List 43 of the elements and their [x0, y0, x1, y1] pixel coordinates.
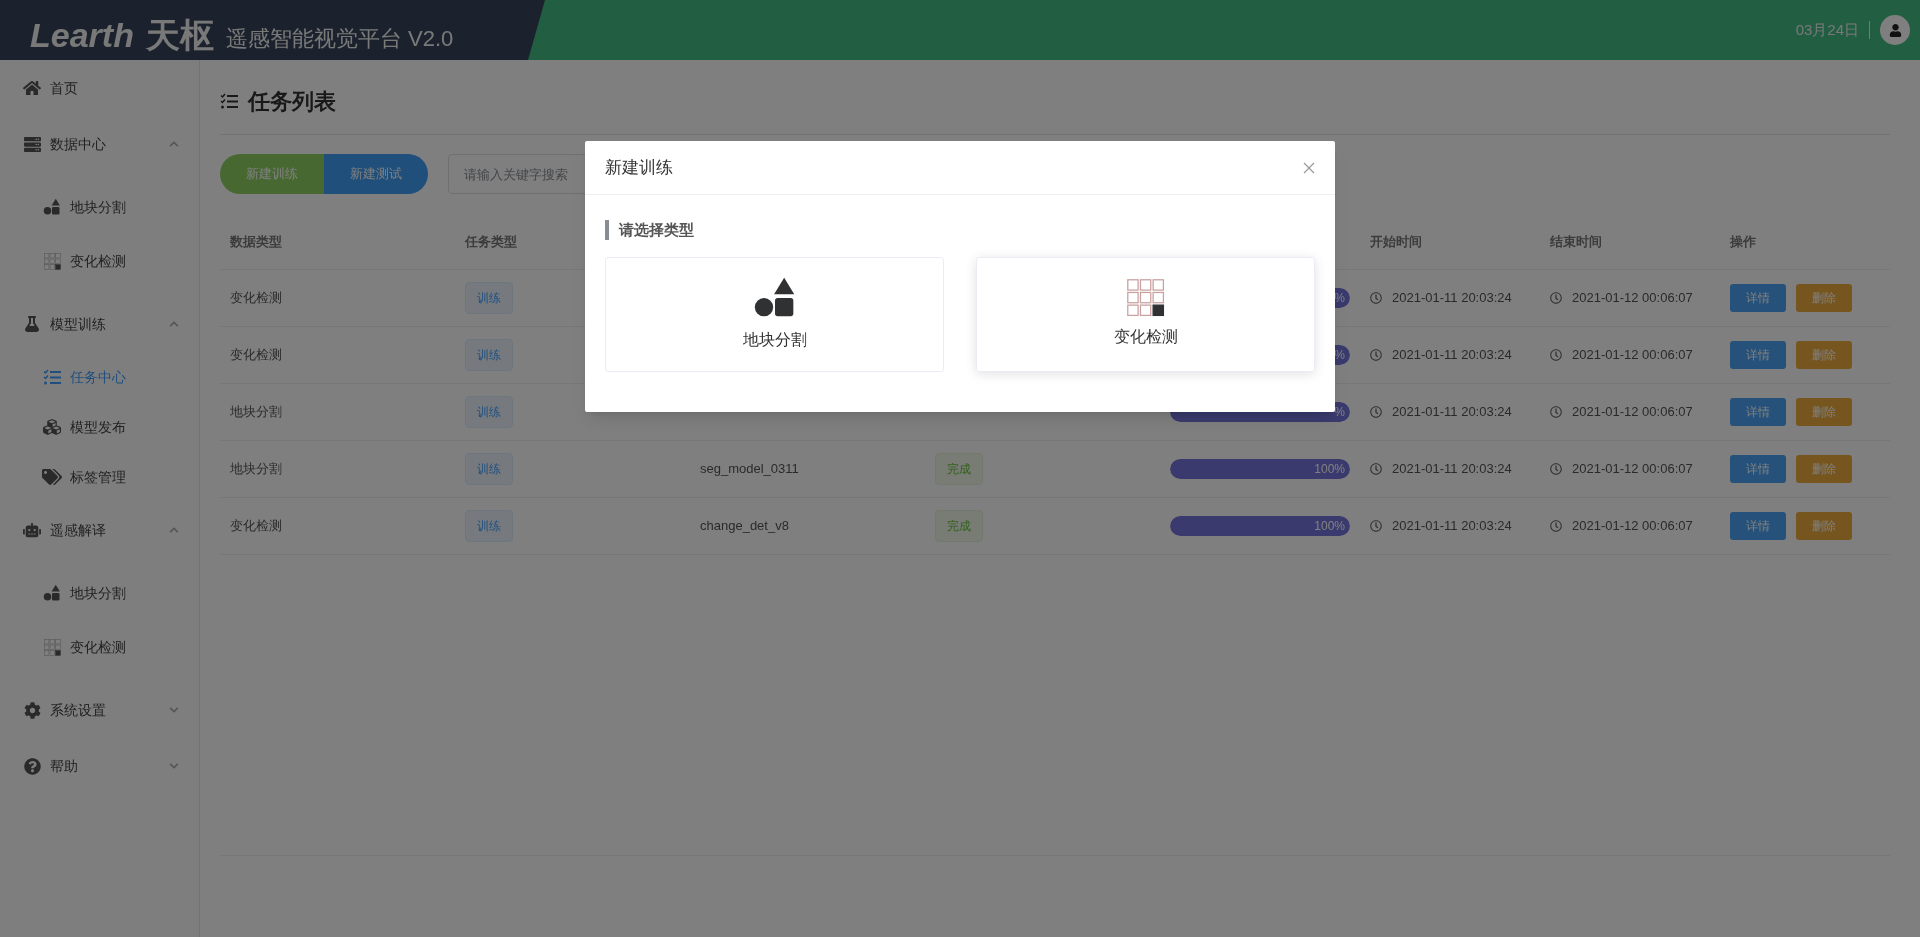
table-cell-text: 变化检测 [230, 346, 282, 365]
table-cell-text: 变化检测 [230, 289, 282, 308]
table-cell-text: 2021-01-12 00:06:07 [1572, 517, 1693, 536]
table-cell-text: 地块分割 [230, 460, 282, 479]
progress-reading: % [1334, 347, 1345, 364]
platform-subtitle: 遥感智能视觉平台 V2.0 [225, 28, 454, 52]
table-cell-text: 变化检测 [230, 517, 282, 536]
table-cell-text: change_det_v8 [700, 517, 789, 536]
option-label: 地块分割 [742, 330, 807, 350]
table-cell-text: 2021-01-11 20:03:24 [1392, 289, 1512, 308]
progress-reading: % [1334, 404, 1345, 421]
page-title: 任务列表 [248, 87, 336, 116]
logo-chinese: 天枢 [145, 18, 214, 52]
table-cell-text: 地块分割 [230, 403, 282, 422]
table-cell-text: 2021-01-12 00:06:07 [1572, 460, 1693, 479]
column-header: 任务类型 [463, 232, 517, 251]
table-cell-text: 2021-01-11 20:03:24 [1392, 346, 1512, 365]
progress-reading: 100% [1314, 461, 1345, 478]
column-header: 开始时间 [1369, 232, 1422, 251]
task-type-tag: 训练 [465, 453, 513, 485]
task-type-tag: 训练 [465, 396, 513, 428]
column-header: 操作 [1729, 232, 1756, 251]
date-text: 03月24日 [1795, 19, 1859, 40]
column-header: 数据类型 [229, 232, 282, 251]
progress-reading: % [1334, 290, 1345, 307]
logo-text: Learth [30, 18, 134, 52]
table-cell-text: 2021-01-11 20:03:24 [1392, 403, 1512, 422]
status-tag: 完成 [935, 510, 983, 542]
task-type-tag: 训练 [465, 339, 513, 371]
table-cell-text: 2021-01-12 00:06:07 [1572, 289, 1693, 308]
status-tag: 完成 [935, 453, 983, 485]
section-title: 请选择类型 [619, 220, 694, 240]
option-label: 变化检测 [1113, 327, 1178, 347]
column-header: 结束时间 [1549, 232, 1602, 251]
table-cell-text: 2021-01-12 00:06:07 [1572, 403, 1693, 422]
table-cell-text: 2021-01-11 20:03:24 [1392, 460, 1512, 479]
table-cell-text: 2021-01-11 20:03:24 [1392, 517, 1512, 536]
table-cell-text: 2021-01-12 00:06:07 [1572, 346, 1693, 365]
task-type-tag: 训练 [465, 282, 513, 314]
dialog-title: 新建训练 [605, 156, 673, 179]
table-cell-text: seg_model_0311 [700, 460, 799, 479]
task-type-tag: 训练 [465, 510, 513, 542]
progress-reading: 100% [1314, 518, 1345, 535]
